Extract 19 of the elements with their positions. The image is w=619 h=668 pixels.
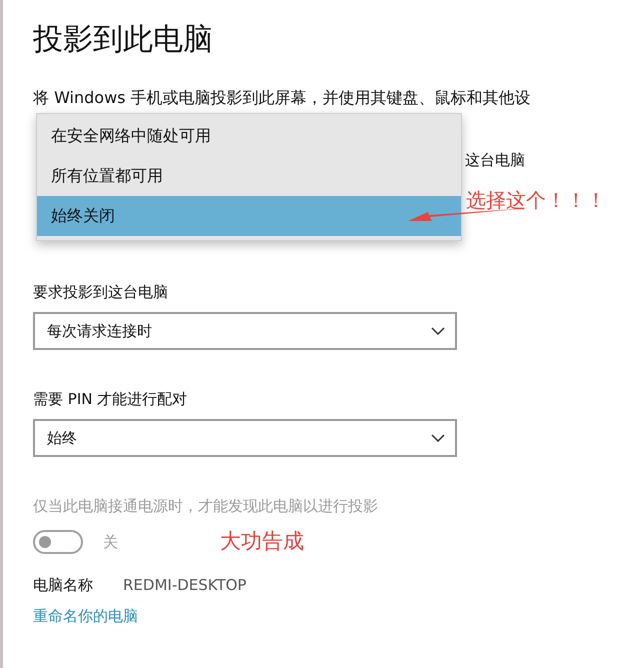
pc-name-label: 电脑名称 [33, 576, 93, 595]
setting-label: 要求投影到这台电脑 [33, 283, 169, 302]
menu-item[interactable]: 所有位置都可用 [37, 156, 461, 196]
rename-link[interactable]: 重命名你的电脑 [33, 607, 138, 626]
dropdown-select[interactable]: 始终 [33, 419, 457, 457]
menu-item[interactable]: 在安全网络中随处可用 [37, 116, 461, 156]
setting-label: 需要 PIN 才能进行配对 [33, 390, 188, 409]
pc-name-value: REDMI-DESKTOP [123, 576, 246, 595]
dropdown-select[interactable]: 每次请求连接时 [33, 312, 457, 350]
description-text: 将 Windows 手机或电脑投影到此屏幕，并使用其键盘、鼠标和其他设 [33, 88, 532, 109]
menu-item[interactable]: 始终关闭 [37, 196, 461, 236]
setting-label: 仅当此电脑接通电源时，才能发现此电脑以进行投影 [33, 497, 379, 516]
annotation-text: 大功告成 [220, 528, 304, 555]
chevron-down-icon [431, 327, 445, 335]
toggle-state-text: 关 [103, 532, 118, 552]
chevron-down-icon [431, 434, 445, 442]
page-title: 投影到此电脑 [33, 21, 214, 59]
annotation-text: 选择这个！！！ [466, 187, 606, 214]
setting-label: 这台电脑 [465, 151, 525, 171]
